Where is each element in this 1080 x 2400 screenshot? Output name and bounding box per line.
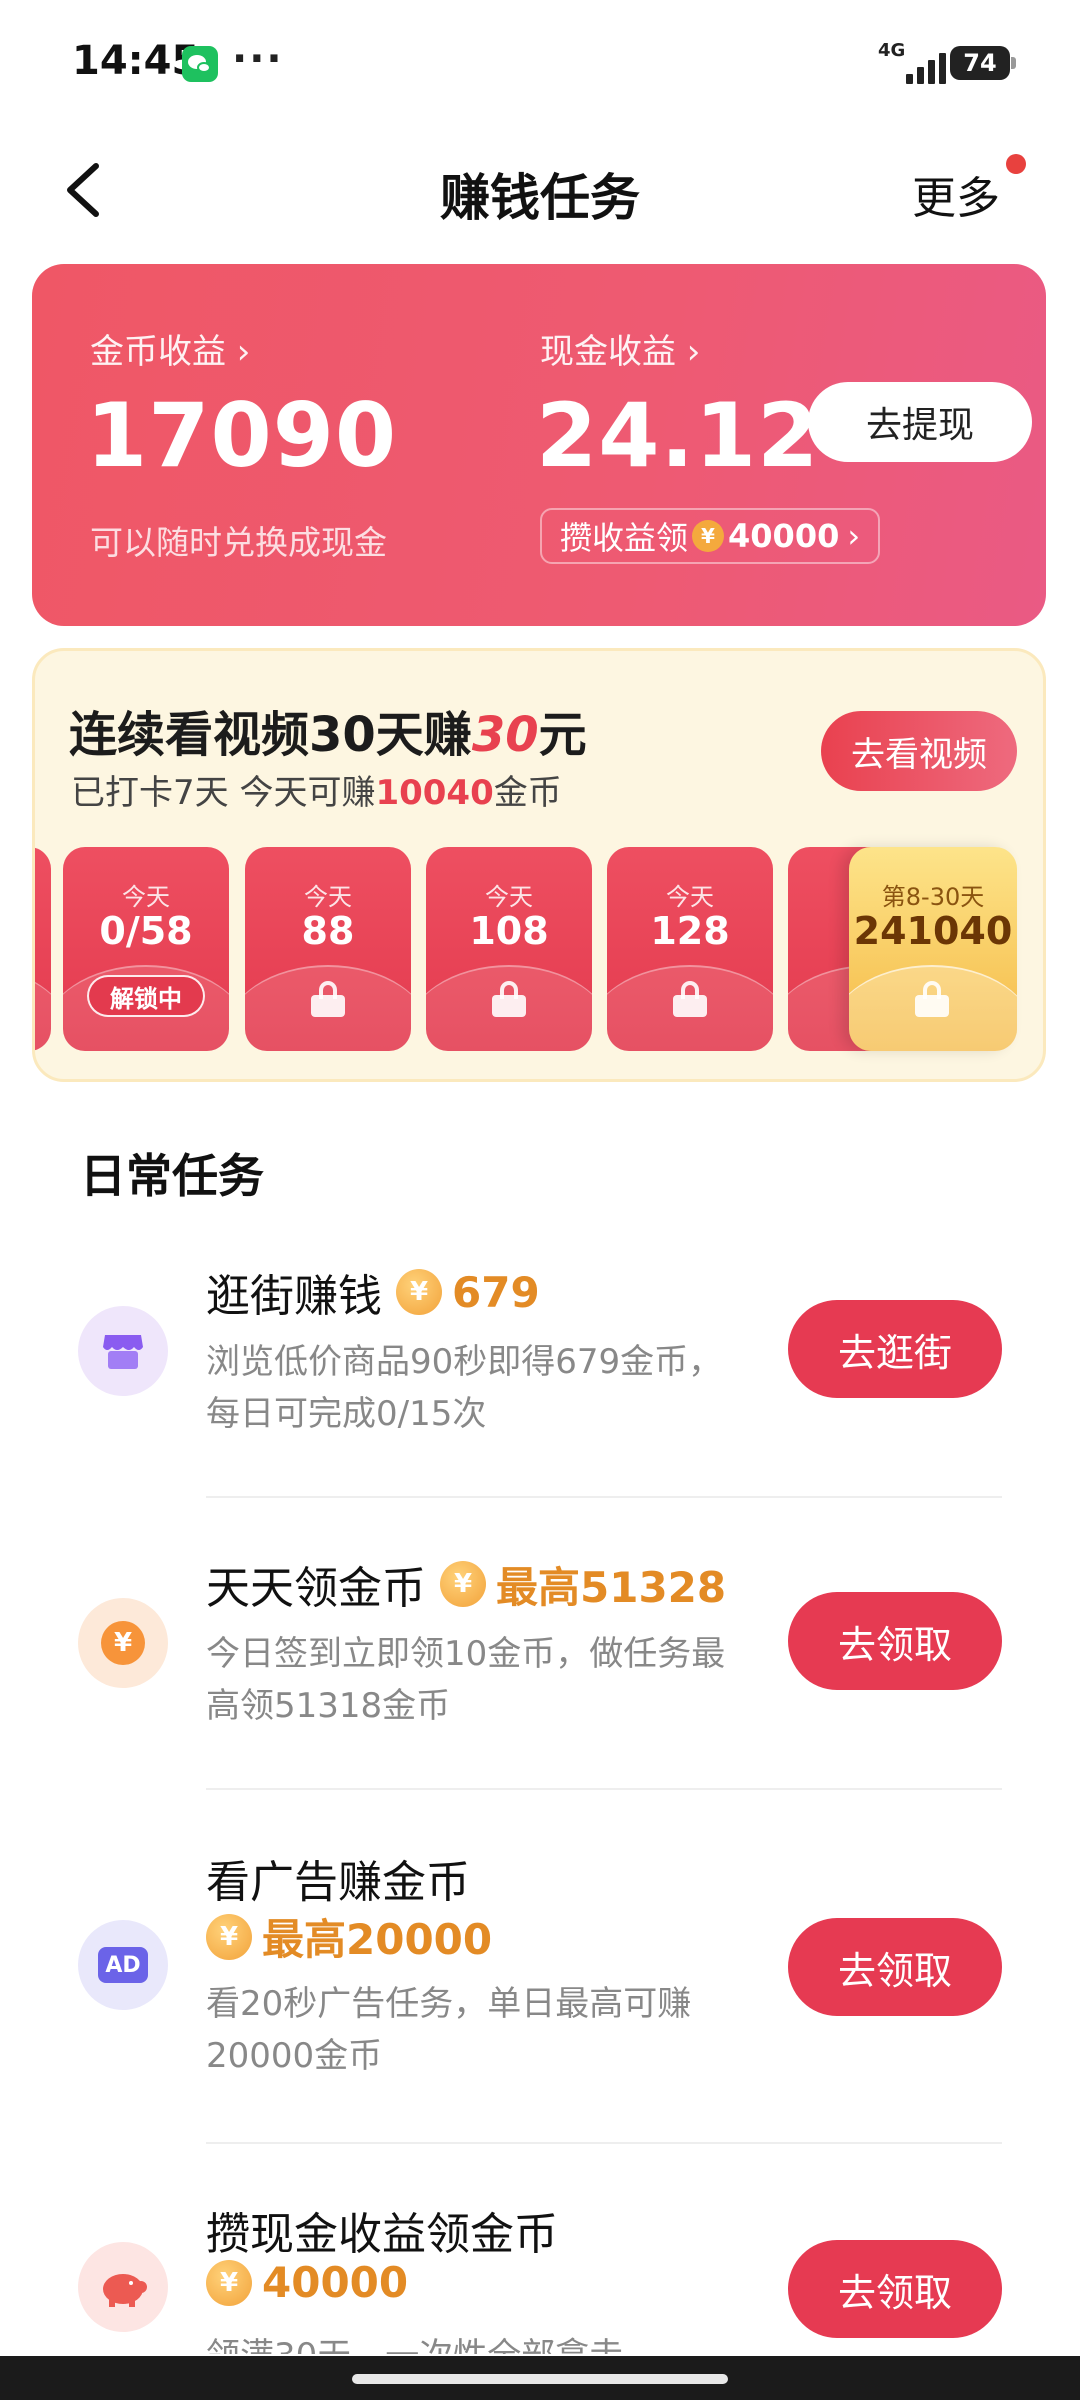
- shop-icon: [78, 1306, 168, 1396]
- daily-tasks-title: 日常任务: [80, 1149, 264, 1203]
- task-name: 攒现金收益领金币: [206, 2209, 558, 2260]
- task-description: 今日签到立即领10金币，做任务最高领51318金币: [206, 1634, 726, 1726]
- lock-icon: [915, 981, 949, 1017]
- task-reward-row: ¥ 最高20000: [192, 1906, 492, 1967]
- day-card-previous: [35, 847, 51, 1051]
- lock-icon: [492, 981, 526, 1017]
- claim-savings-button[interactable]: 去领取: [788, 2240, 1002, 2338]
- ad-icon: AD: [78, 1920, 168, 2010]
- home-indicator[interactable]: [352, 2374, 728, 2384]
- coin-icon: ¥: [692, 520, 725, 552]
- more-button[interactable]: 更多: [912, 162, 1000, 226]
- task-name: 逛街赚钱 ¥679: [206, 1267, 540, 1323]
- status-bar: 14:45 ··· 4G 74: [0, 0, 1080, 130]
- notification-dot: [1006, 154, 1026, 174]
- task-reward: 40000: [262, 2258, 409, 2307]
- divider: [206, 2142, 1002, 2144]
- claim-ad-coins-button[interactable]: 去领取: [788, 1918, 1002, 2016]
- day-card: 今天 88: [245, 847, 411, 1051]
- savings-bonus-link[interactable]: 攒收益领 ¥ 40000 ›: [540, 508, 881, 564]
- task-name: 天天领金币 ¥ 最高51328: [206, 1552, 726, 1616]
- yen-coin-icon: ¥: [78, 1598, 168, 1688]
- cash-earnings-link[interactable]: 现金收益 ›: [540, 324, 700, 373]
- network-type: 4G: [878, 40, 906, 61]
- bonus-amount: 40000: [728, 517, 840, 555]
- divider: [206, 1788, 1002, 1790]
- coin-earnings-hint: 可以随时兑换成现金: [90, 523, 387, 562]
- task-name: 看广告赚金币: [206, 1857, 470, 1908]
- video-streak-title: 连续看视频30天赚30元: [69, 707, 587, 763]
- coin-icon: ¥: [206, 1913, 252, 1960]
- day-card: 今天 128: [607, 847, 773, 1051]
- lock-icon: [673, 981, 707, 1017]
- video-streak-subtitle: 已打卡7天 今天可赚10040金币: [71, 773, 562, 813]
- more-notifications-icon: ···: [232, 36, 284, 82]
- coin-earnings-link[interactable]: 金币收益 ›: [90, 324, 250, 373]
- claim-daily-coins-button[interactable]: 去领取: [788, 1592, 1002, 1690]
- watch-video-button[interactable]: 去看视频: [821, 711, 1017, 791]
- coin-earnings-value: 17090: [86, 384, 398, 487]
- task-description: 看20秒广告任务，单日最高可赚20000金币: [206, 1984, 692, 2076]
- coin-icon: ¥: [440, 1561, 486, 1607]
- cash-earnings-value: 24.12: [536, 384, 820, 487]
- day-card: 今天 108: [426, 847, 592, 1051]
- divider: [206, 1496, 1002, 1498]
- coin-icon: ¥: [396, 1269, 442, 1315]
- coin-icon: ¥: [206, 2259, 252, 2306]
- withdraw-button[interactable]: 去提现: [808, 382, 1032, 462]
- go-shopping-button[interactable]: 去逛街: [788, 1300, 1002, 1398]
- battery-icon: 74: [950, 46, 1016, 80]
- earnings-card: 金币收益 › 17090 可以随时兑换成现金 现金收益 › 24.12 去提现 …: [32, 264, 1046, 626]
- signal-icon: 4G: [878, 40, 950, 84]
- task-description: 领满30天，一次性全部拿走: [206, 2330, 746, 2354]
- piggy-bank-icon: [78, 2242, 168, 2332]
- lock-icon: [311, 981, 345, 1017]
- task-reward: 679: [452, 1267, 540, 1317]
- task-description: 浏览低价商品90秒即得679金币，每日可完成0/15次: [206, 1342, 723, 1434]
- final-reward-card: 第8-30天 241040: [849, 847, 1017, 1051]
- task-reward: 最高20000: [262, 1915, 493, 1964]
- task-reward-row: ¥40000: [192, 2258, 408, 2307]
- day-card-current[interactable]: 今天 0/58 解锁中: [63, 847, 229, 1051]
- video-streak-card: 连续看视频30天赚30元 已打卡7天 今天可赚10040金币 去看视频 今天 0…: [32, 648, 1046, 1082]
- bonus-prefix: 攒收益领: [560, 519, 689, 557]
- task-reward: 最高51328: [496, 1562, 727, 1612]
- unlocking-badge: 解锁中: [87, 975, 205, 1017]
- status-time: 14:45: [72, 38, 200, 84]
- wechat-icon: [182, 46, 218, 82]
- chevron-right-icon: ›: [847, 517, 861, 555]
